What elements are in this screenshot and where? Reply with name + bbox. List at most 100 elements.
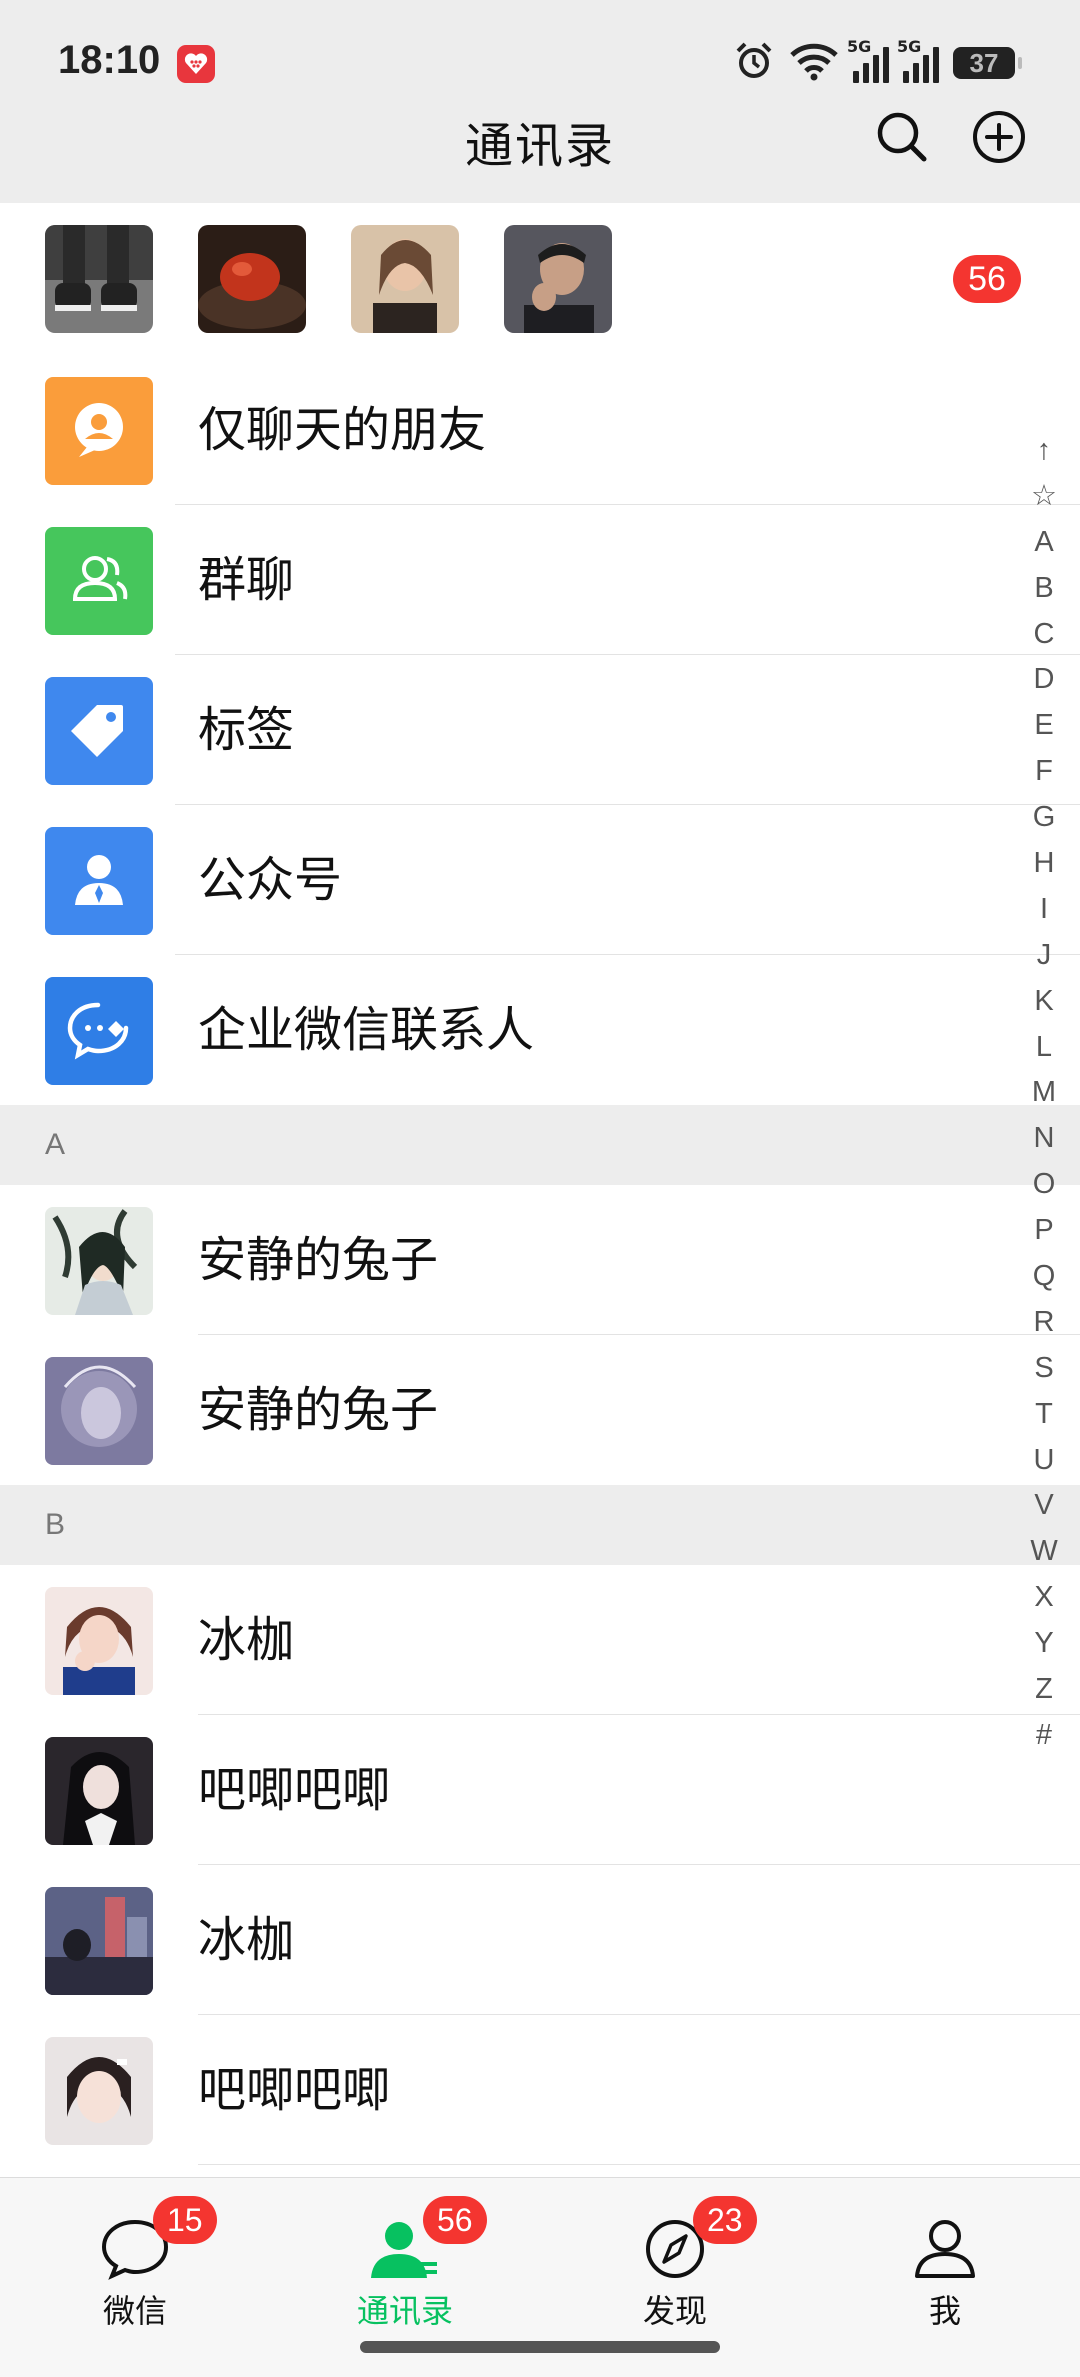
- row-label: 公众号: [198, 852, 343, 908]
- contact-row[interactable]: 冰枷: [0, 1565, 1080, 1715]
- index-u[interactable]: U: [1016, 1438, 1072, 1484]
- contact-avatar: [45, 1737, 153, 1845]
- index-z[interactable]: Z: [1016, 1667, 1072, 1713]
- group-people-icon: [67, 547, 131, 615]
- plus-circle-icon: [971, 109, 1027, 169]
- wecom-chat-icon: [66, 997, 132, 1065]
- official-accounts-icon-box: [45, 827, 153, 935]
- row-label: 仅聊天的朋友: [198, 402, 487, 458]
- home-indicator[interactable]: [360, 2341, 720, 2353]
- recent-avatar-1[interactable]: [45, 225, 153, 333]
- person-icon-wrap: [905, 2216, 985, 2286]
- contact-row[interactable]: 安静的兔子: [0, 1335, 1080, 1485]
- index-j[interactable]: J: [1016, 933, 1072, 979]
- tab-contacts[interactable]: 56 通讯录: [270, 2178, 540, 2338]
- divider: [198, 2164, 1080, 2165]
- index-a[interactable]: A: [1016, 520, 1072, 566]
- index-v[interactable]: V: [1016, 1483, 1072, 1529]
- tab-label: 我: [928, 2292, 961, 2330]
- section-header-a: A: [0, 1105, 1080, 1185]
- contacts-badge: 56: [423, 2196, 487, 2244]
- index-w[interactable]: W: [1016, 1529, 1072, 1575]
- discover-badge: 23: [693, 2196, 757, 2244]
- index-h[interactable]: H: [1016, 841, 1072, 887]
- contact-name: 安静的兔子: [198, 1232, 439, 1288]
- row-label: 群聊: [198, 552, 295, 608]
- index-hash[interactable]: #: [1016, 1713, 1072, 1759]
- row-group-chats[interactable]: 群聊: [0, 505, 1080, 655]
- index-l[interactable]: L: [1016, 1025, 1072, 1071]
- contact-avatar: [45, 1887, 153, 1995]
- contact-name: 安静的兔子: [198, 1382, 439, 1438]
- contact-avatar: [45, 1587, 153, 1695]
- row-label: 企业微信联系人: [198, 1002, 535, 1058]
- index-d[interactable]: D: [1016, 657, 1072, 703]
- chat-only-friends-icon: [67, 397, 131, 465]
- index-o[interactable]: O: [1016, 1162, 1072, 1208]
- section-letter: B: [45, 1508, 66, 1541]
- index-i[interactable]: I: [1016, 887, 1072, 933]
- index-q[interactable]: Q: [1016, 1254, 1072, 1300]
- notification-app-icon: [177, 45, 215, 83]
- network-type-1: 5G: [847, 37, 872, 56]
- row-chat-only-friends[interactable]: 仅聊天的朋友: [0, 355, 1080, 505]
- contact-row[interactable]: 冰枷: [0, 1865, 1080, 2015]
- recent-avatar-4[interactable]: [504, 225, 612, 333]
- chats-unread-badge: 15: [153, 2196, 217, 2244]
- index-e[interactable]: E: [1016, 703, 1072, 749]
- tab-discover[interactable]: 23 发现: [540, 2178, 810, 2338]
- alphabet-index-bar[interactable]: ↑ ☆ A B C D E F G H I J K L M N O P Q R …: [1016, 428, 1072, 1759]
- cell-signal-icon-2: 5G: [897, 37, 939, 83]
- row-tags[interactable]: 标签: [0, 655, 1080, 805]
- contact-name: 冰枷: [198, 1912, 295, 1968]
- wifi-icon: [789, 41, 839, 85]
- tags-icon-box: [45, 677, 153, 785]
- cell-signal-icon: 5G: [847, 37, 889, 83]
- index-y[interactable]: Y: [1016, 1621, 1072, 1667]
- contact-row[interactable]: 安静的兔子: [0, 1185, 1080, 1335]
- tab-chats[interactable]: 15 微信: [0, 2178, 270, 2338]
- status-indicators: 5G 5G 37: [733, 37, 1022, 88]
- recent-avatar-2[interactable]: [198, 225, 306, 333]
- group-chats-icon-box: [45, 527, 153, 635]
- contact-name: 吧唧吧唧: [198, 2062, 391, 2118]
- person-icon: [913, 2218, 977, 2284]
- index-r[interactable]: R: [1016, 1300, 1072, 1346]
- index-m[interactable]: M: [1016, 1070, 1072, 1116]
- contact-name: 冰枷: [198, 1612, 295, 1668]
- tab-me[interactable]: 我: [810, 2178, 1080, 2338]
- index-t[interactable]: T: [1016, 1392, 1072, 1438]
- index-star[interactable]: ☆: [1016, 474, 1072, 520]
- contact-row[interactable]: 吧唧吧唧: [0, 1715, 1080, 1865]
- row-official-accounts[interactable]: 公众号: [0, 805, 1080, 955]
- section-header-b: B: [0, 1485, 1080, 1565]
- index-up[interactable]: ↑: [1016, 428, 1072, 474]
- chat-only-friends-icon-box: [45, 377, 153, 485]
- index-p[interactable]: P: [1016, 1208, 1072, 1254]
- search-button[interactable]: [870, 107, 934, 171]
- contact-name: 吧唧吧唧: [198, 1762, 391, 1818]
- index-c[interactable]: C: [1016, 612, 1072, 658]
- index-f[interactable]: F: [1016, 749, 1072, 795]
- alarm-icon: [733, 40, 775, 86]
- contact-row[interactable]: 吧唧吧唧: [0, 2015, 1080, 2165]
- recent-avatar-3[interactable]: [351, 225, 459, 333]
- contact-avatar: [45, 1207, 153, 1315]
- status-time: 18:10: [58, 38, 161, 82]
- section-letter: A: [45, 1128, 66, 1161]
- official-account-person-icon: [67, 847, 131, 915]
- index-b[interactable]: B: [1016, 566, 1072, 612]
- index-k[interactable]: K: [1016, 979, 1072, 1025]
- battery-icon: 37: [953, 47, 1022, 79]
- index-x[interactable]: X: [1016, 1575, 1072, 1621]
- battery-level: 37: [969, 47, 999, 78]
- row-wecom-contacts[interactable]: 企业微信联系人: [0, 955, 1080, 1105]
- search-icon: [874, 109, 930, 169]
- index-s[interactable]: S: [1016, 1346, 1072, 1392]
- recent-contacts-strip[interactable]: [0, 203, 1080, 355]
- tag-icon: [67, 697, 131, 765]
- add-button[interactable]: [967, 107, 1031, 171]
- index-g[interactable]: G: [1016, 795, 1072, 841]
- index-n[interactable]: N: [1016, 1116, 1072, 1162]
- wecom-icon-box: [45, 977, 153, 1085]
